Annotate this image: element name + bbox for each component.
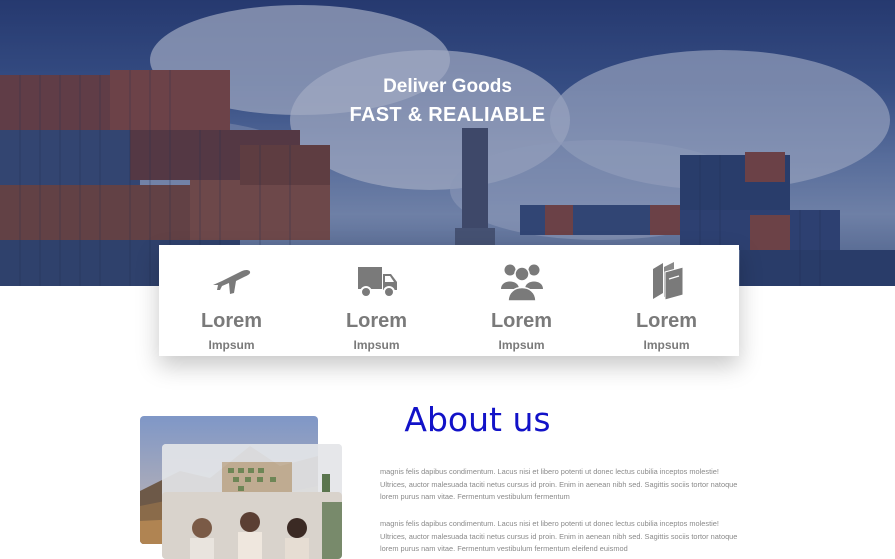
feature-subtitle: Impsum [353, 338, 400, 352]
users-icon [500, 264, 543, 302]
books-icon [652, 262, 683, 301]
hero-banner: Deliver Goods FAST & REALIABLE [0, 0, 895, 286]
feature-item-books[interactable]: Lorem Impsum [594, 245, 739, 356]
feature-title: Lorem [200, 310, 263, 332]
about-image-collage [140, 416, 345, 559]
feature-item-air[interactable]: Lorem Impsum [159, 245, 304, 356]
hero-background-image [0, 0, 895, 286]
feature-item-team[interactable]: Lorem Impsum [449, 245, 594, 356]
team-photo [162, 492, 342, 559]
feature-title: Lorem [635, 310, 698, 332]
about-paragraph: magnis felis dapibus condimentum. Lacus … [380, 467, 738, 501]
truck-icon [357, 267, 397, 298]
feature-subtitle: Impsum [643, 338, 690, 352]
feature-title: Lorem [345, 310, 408, 332]
features-card: Lorem Impsum Lorem Impsum Lorem Impsum L… [159, 245, 739, 356]
feature-subtitle: Impsum [208, 338, 255, 352]
about-title: About us [404, 400, 551, 439]
feature-subtitle: Impsum [498, 338, 545, 352]
airplane-icon [212, 269, 250, 294]
hero-subtitle: Deliver Goods [383, 76, 512, 97]
feature-item-truck[interactable]: Lorem Impsum [304, 245, 449, 356]
about-paragraph: magnis felis dapibus condimentum. Lacus … [380, 519, 738, 553]
hero-title: FAST & REALIABLE [349, 104, 546, 126]
feature-title: Lorem [490, 310, 553, 332]
